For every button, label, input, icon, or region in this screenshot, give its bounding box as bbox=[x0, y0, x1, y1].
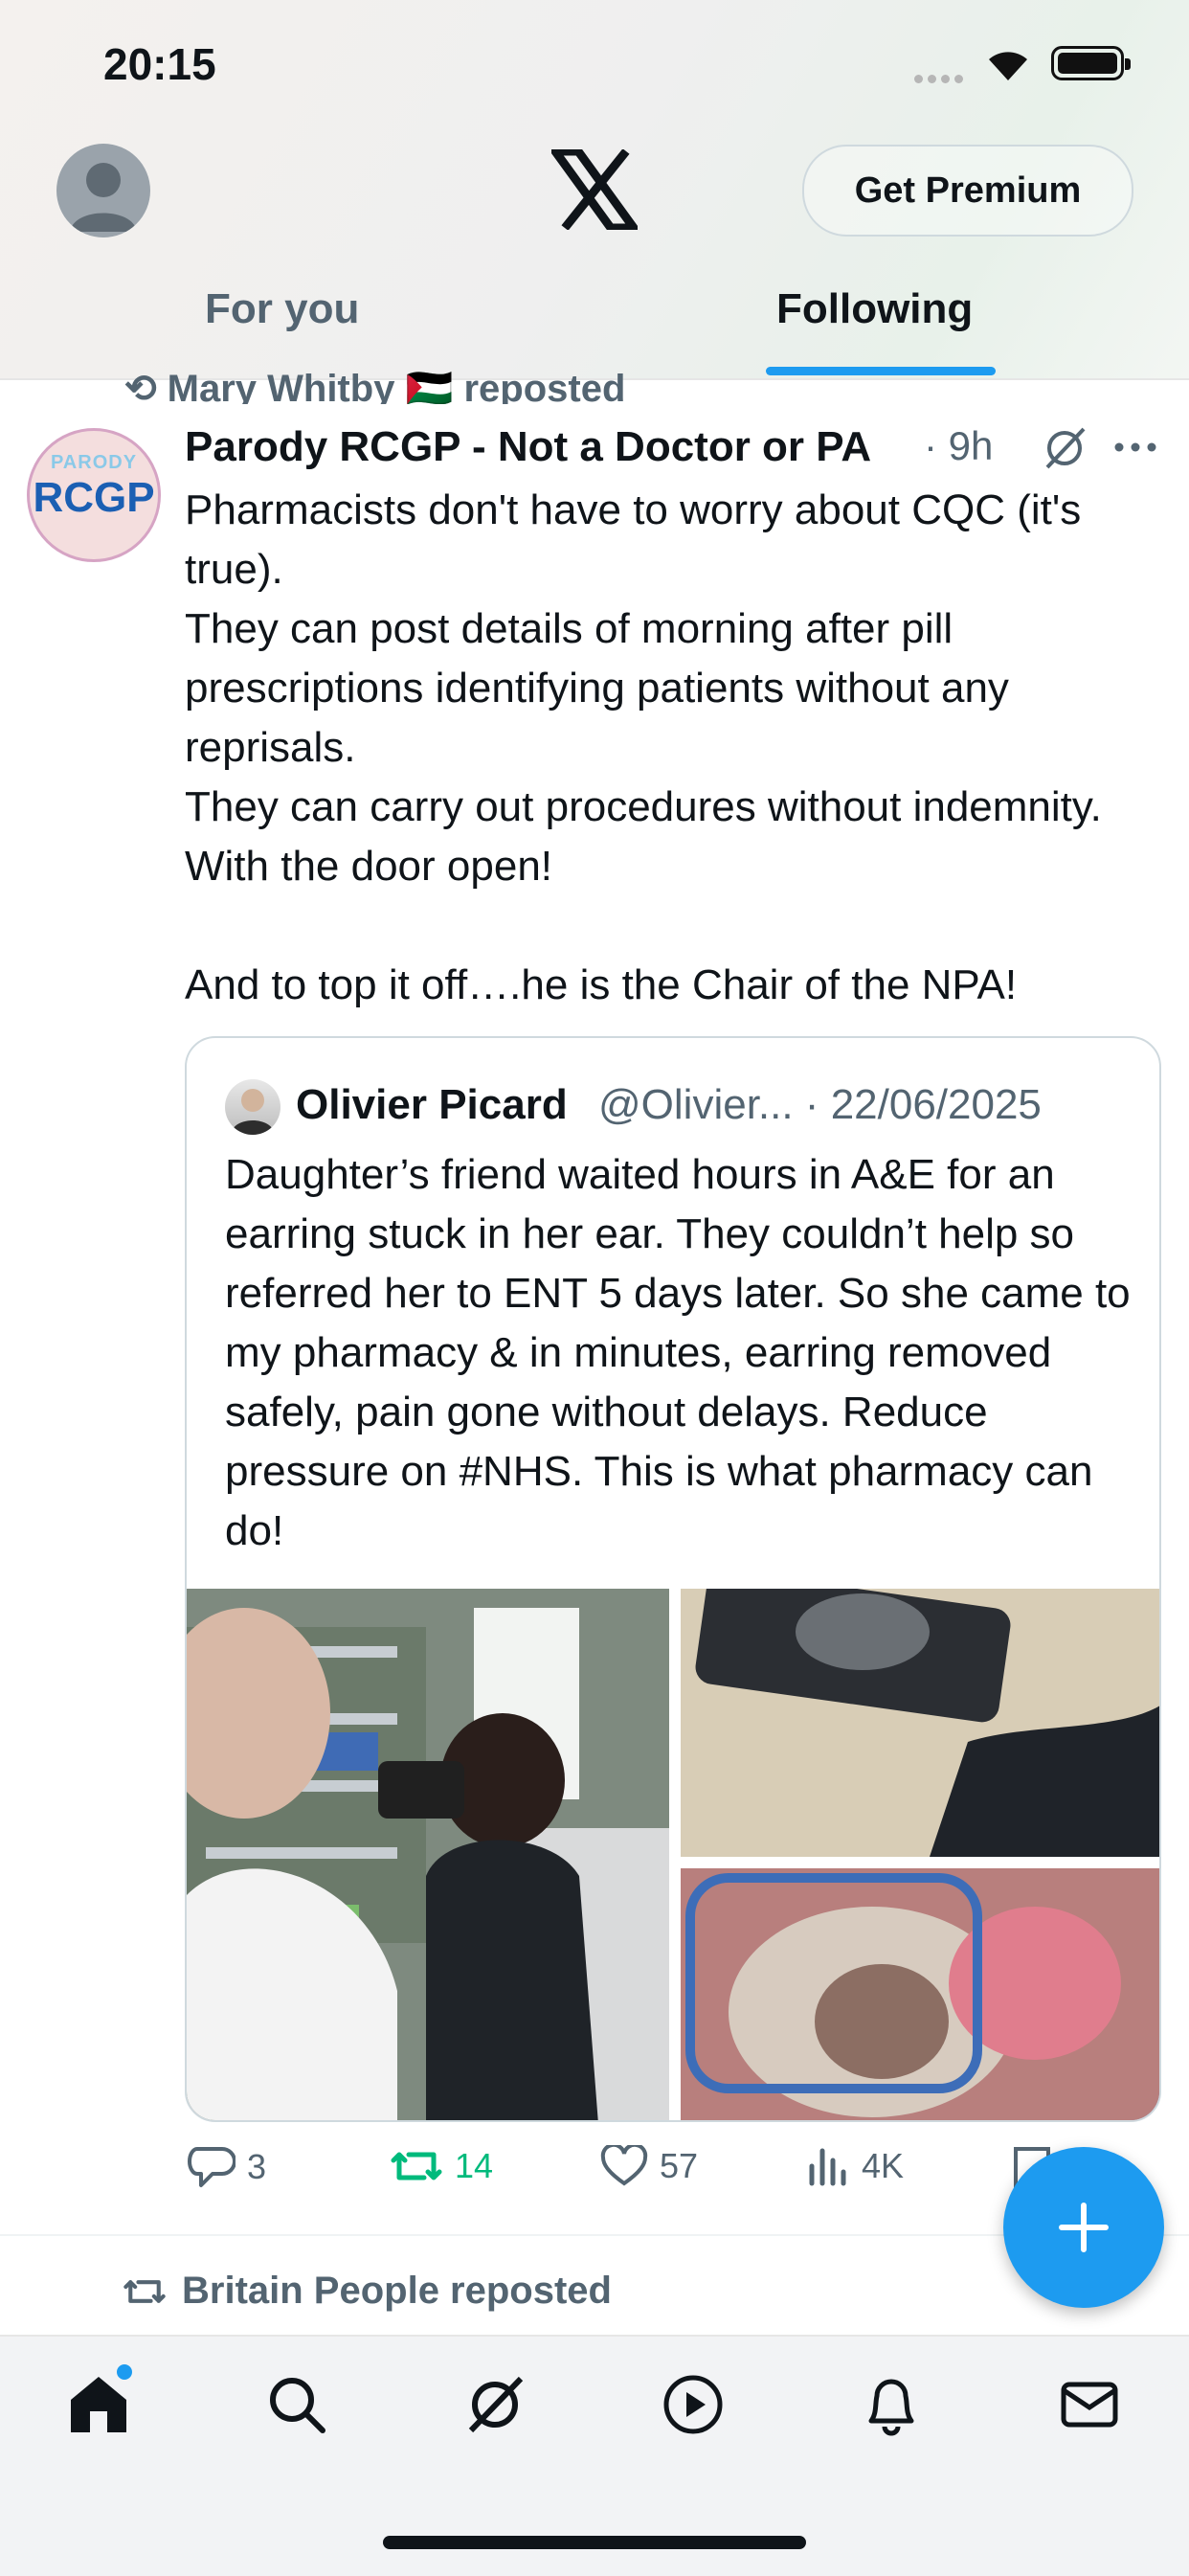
reply-button[interactable]: 3 bbox=[188, 2145, 266, 2189]
profile-avatar[interactable] bbox=[56, 144, 150, 237]
repost-count: 14 bbox=[455, 2146, 494, 2185]
reply-icon bbox=[188, 2147, 236, 2187]
quote-author-avatar[interactable] bbox=[225, 1079, 280, 1135]
reply-count: 3 bbox=[247, 2147, 267, 2186]
video-icon[interactable] bbox=[660, 2371, 727, 2443]
quote-text: Daughter’s friend waited hours in A&E fo… bbox=[225, 1151, 1131, 1554]
signal-icon bbox=[914, 71, 968, 88]
tab-for-you[interactable]: For you bbox=[205, 285, 359, 333]
plus-icon bbox=[1059, 2203, 1109, 2252]
wifi-icon bbox=[984, 46, 1032, 87]
avatar-parody-text: PARODY bbox=[50, 452, 138, 473]
media-image-ear-canal[interactable] bbox=[681, 1868, 1159, 2120]
home-unread-dot bbox=[114, 2361, 135, 2383]
tab-following[interactable]: Following bbox=[776, 285, 973, 333]
repost-icon bbox=[123, 2279, 166, 2303]
battery-icon bbox=[1051, 46, 1131, 80]
like-button[interactable]: 57 bbox=[600, 2145, 698, 2187]
home-indicator bbox=[383, 2536, 806, 2549]
avatar-rcgp-text: RCGP bbox=[33, 474, 155, 521]
quote-handle-date: @Olivier... · 22/06/2025 bbox=[598, 1081, 1042, 1128]
status-time: 20:15 bbox=[103, 39, 216, 89]
post-author-avatar[interactable]: PARODY RCGP bbox=[27, 428, 161, 562]
repost-icon bbox=[391, 2152, 442, 2181]
get-premium-button[interactable]: Get Premium bbox=[802, 145, 1133, 237]
grok-icon[interactable] bbox=[461, 2371, 528, 2443]
post-author-name[interactable]: Parody RCGP - Not a Doctor or PA bbox=[185, 423, 871, 471]
compose-post-button[interactable] bbox=[1003, 2147, 1164, 2308]
messages-icon[interactable] bbox=[1056, 2371, 1123, 2443]
media-image-phone-otoscope[interactable] bbox=[681, 1589, 1159, 1857]
views-button[interactable]: 4K bbox=[806, 2145, 904, 2187]
repost-label[interactable]: ⟲ Mary Whitby 🇵🇸 reposted bbox=[124, 366, 625, 404]
repost-button[interactable]: 14 bbox=[390, 2145, 493, 2187]
repost-icon: ⟲ bbox=[124, 368, 168, 404]
post-timestamp[interactable]: · 9h bbox=[924, 423, 993, 469]
quoted-post[interactable]: Olivier Picard @Olivier... · 22/06/2025 … bbox=[185, 1036, 1161, 2122]
media-image-pharmacy[interactable] bbox=[187, 1589, 669, 2120]
views-icon bbox=[809, 2148, 846, 2186]
quote-author-name[interactable]: Olivier Picard bbox=[296, 1081, 568, 1129]
like-count: 57 bbox=[660, 2146, 699, 2185]
x-logo-icon[interactable] bbox=[547, 147, 642, 235]
more-options-icon[interactable] bbox=[1113, 441, 1157, 459]
quote-media-grid bbox=[187, 1589, 1159, 2120]
heart-icon bbox=[600, 2145, 648, 2186]
active-tab-indicator bbox=[766, 367, 996, 375]
views-count: 4K bbox=[862, 2146, 905, 2185]
next-post-repost-label[interactable]: Britain People reposted bbox=[123, 2270, 612, 2313]
post-text: Pharmacists don't have to worry about CQ… bbox=[185, 486, 1102, 1008]
notifications-icon[interactable] bbox=[858, 2371, 925, 2443]
grok-icon[interactable] bbox=[1040, 423, 1089, 478]
search-icon[interactable] bbox=[263, 2371, 330, 2443]
